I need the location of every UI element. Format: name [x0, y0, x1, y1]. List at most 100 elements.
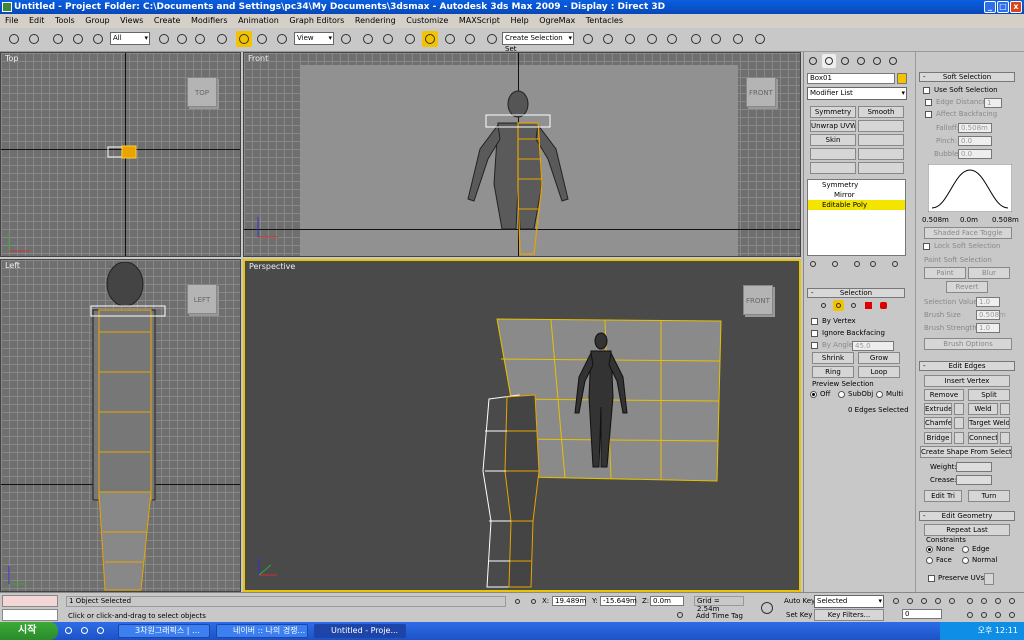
preserve-uvs-settings-button[interactable]: [984, 573, 994, 585]
object-name-field[interactable]: Box01: [807, 73, 895, 84]
named-selection-dropdown[interactable]: Create Selection Set: [502, 32, 574, 53]
menu-modifiers[interactable]: Modifiers: [191, 16, 228, 25]
configure-modifier-sets-button[interactable]: [889, 258, 901, 270]
viewcube-front[interactable]: FRONT: [746, 77, 776, 107]
current-frame-field[interactable]: 0: [902, 609, 942, 619]
spinner-snap-button[interactable]: [462, 31, 478, 47]
constraint-none-radio[interactable]: [926, 546, 933, 553]
quick-render-button[interactable]: [752, 31, 768, 47]
make-unique-button[interactable]: [851, 258, 863, 270]
skin-button[interactable]: Skin: [810, 134, 856, 146]
maxscript-listener-mini[interactable]: [2, 595, 58, 607]
maximize-button[interactable]: □: [997, 1, 1009, 13]
insert-vertex-button[interactable]: Insert Vertex: [924, 375, 1010, 387]
select-move-button[interactable]: [236, 31, 252, 47]
ring-button[interactable]: Ring: [812, 366, 854, 378]
time-tag-icon-button[interactable]: [674, 609, 686, 621]
connect-button[interactable]: Connect: [968, 432, 998, 444]
menu-animation[interactable]: Animation: [238, 16, 279, 25]
curve-editor-button[interactable]: [644, 31, 660, 47]
viewcube-perspective[interactable]: FRONT: [743, 285, 773, 315]
utilities-tab[interactable]: [886, 54, 900, 68]
edit-geometry-header[interactable]: Edit Geometry: [919, 511, 1015, 521]
select-by-name-button[interactable]: [174, 31, 190, 47]
chamfer-settings-button[interactable]: [954, 417, 964, 429]
next-frame-button[interactable]: [932, 595, 944, 607]
zoom-extents-all-button[interactable]: [1006, 595, 1018, 607]
viewport-perspective[interactable]: Perspective FRONT: [243, 259, 801, 592]
selection-lock-button[interactable]: [512, 596, 523, 607]
repeat-last-button[interactable]: Repeat Last: [924, 524, 1010, 536]
border-mode-button[interactable]: [848, 300, 859, 311]
bind-space-warp-button[interactable]: [90, 31, 106, 47]
shrink-button[interactable]: Shrink: [812, 352, 854, 364]
y-coordinate-field[interactable]: -15.649m: [600, 596, 637, 606]
x-coordinate-field[interactable]: 19.489m: [552, 596, 586, 606]
rendered-frame-button[interactable]: [730, 31, 746, 47]
quicklaunch-2[interactable]: [78, 624, 91, 637]
rectangular-selection-button[interactable]: [192, 31, 208, 47]
viewcube-top[interactable]: TOP: [187, 77, 217, 107]
constraint-normal-radio[interactable]: [962, 557, 969, 564]
menu-maxscript[interactable]: MAXScript: [459, 16, 500, 25]
bubble-spinner[interactable]: 0.0: [958, 149, 992, 159]
angle-snap-button[interactable]: [422, 31, 438, 47]
affect-backfacing-checkbox[interactable]: [925, 111, 932, 118]
soft-selection-header[interactable]: Soft Selection: [919, 72, 1015, 82]
orbit-button[interactable]: [992, 609, 1004, 621]
select-rotate-button[interactable]: [254, 31, 270, 47]
polygon-mode-button[interactable]: [863, 300, 874, 311]
falloff-spinner[interactable]: 0.508m: [958, 123, 992, 133]
goto-start-button[interactable]: [890, 595, 902, 607]
menu-edit[interactable]: Edit: [29, 16, 45, 25]
edit-named-selection-button[interactable]: [484, 31, 500, 47]
constraint-edge-radio[interactable]: [962, 546, 969, 553]
edit-edges-header[interactable]: Edit Edges: [919, 361, 1015, 371]
vertex-mode-button[interactable]: [818, 300, 829, 311]
grow-button[interactable]: Grow: [858, 352, 900, 364]
material-editor-button[interactable]: [688, 31, 704, 47]
element-mode-button[interactable]: [878, 300, 889, 311]
preview-subobj-radio[interactable]: [838, 391, 845, 398]
remove-modifier-button[interactable]: [867, 258, 879, 270]
create-shape-button[interactable]: Create Shape From Selection: [920, 446, 1012, 458]
hierarchy-tab[interactable]: [838, 54, 852, 68]
menu-tentacles[interactable]: Tentacles: [586, 16, 623, 25]
zoom-extents-button[interactable]: [992, 595, 1004, 607]
pin-stack-button[interactable]: [807, 258, 819, 270]
schematic-view-button[interactable]: [664, 31, 680, 47]
menu-customize[interactable]: Customize: [406, 16, 448, 25]
viewport-left-label[interactable]: Left: [5, 261, 20, 270]
stack-item-symmetry[interactable]: Symmetry: [808, 180, 905, 190]
window-crossing-button[interactable]: [214, 31, 230, 47]
close-button[interactable]: x: [1010, 1, 1022, 13]
extrude-settings-button[interactable]: [954, 403, 964, 415]
viewport-top-label[interactable]: Top: [5, 54, 19, 63]
create-tab[interactable]: [806, 54, 820, 68]
viewcube-left[interactable]: LEFT: [187, 284, 217, 314]
blur-button[interactable]: Blur: [968, 267, 1010, 279]
modify-tab[interactable]: [822, 54, 836, 68]
menu-ogremax[interactable]: OgreMax: [539, 16, 575, 25]
key-filters-button[interactable]: Key Filters...: [814, 609, 884, 621]
menu-views[interactable]: Views: [120, 16, 143, 25]
crease-spinner[interactable]: [956, 475, 992, 485]
viewport-front[interactable]: Front FRONT: [243, 52, 801, 257]
selection-value-spinner[interactable]: 1.0: [976, 297, 1000, 307]
play-button[interactable]: [918, 595, 930, 607]
preserve-uvs-checkbox[interactable]: [928, 575, 935, 582]
percent-snap-button[interactable]: [442, 31, 458, 47]
weld-settings-button[interactable]: [1000, 403, 1010, 415]
reference-coordinate-dropdown[interactable]: View: [294, 32, 334, 45]
set-key-button[interactable]: Set Key: [786, 611, 812, 619]
object-color-swatch[interactable]: [897, 73, 907, 84]
use-soft-selection-checkbox[interactable]: [923, 87, 930, 94]
unlink-button[interactable]: [70, 31, 86, 47]
target-weld-button[interactable]: Target Weld: [968, 417, 1010, 429]
taskbar-item-2[interactable]: 네이버 :: 나의 경쟁...: [216, 624, 308, 638]
field-of-view-button[interactable]: [964, 609, 976, 621]
bridge-settings-button[interactable]: [954, 432, 964, 444]
maximize-viewport-button[interactable]: [1006, 609, 1018, 621]
lock-soft-selection-checkbox[interactable]: [923, 243, 930, 250]
paint-button[interactable]: Paint: [924, 267, 966, 279]
